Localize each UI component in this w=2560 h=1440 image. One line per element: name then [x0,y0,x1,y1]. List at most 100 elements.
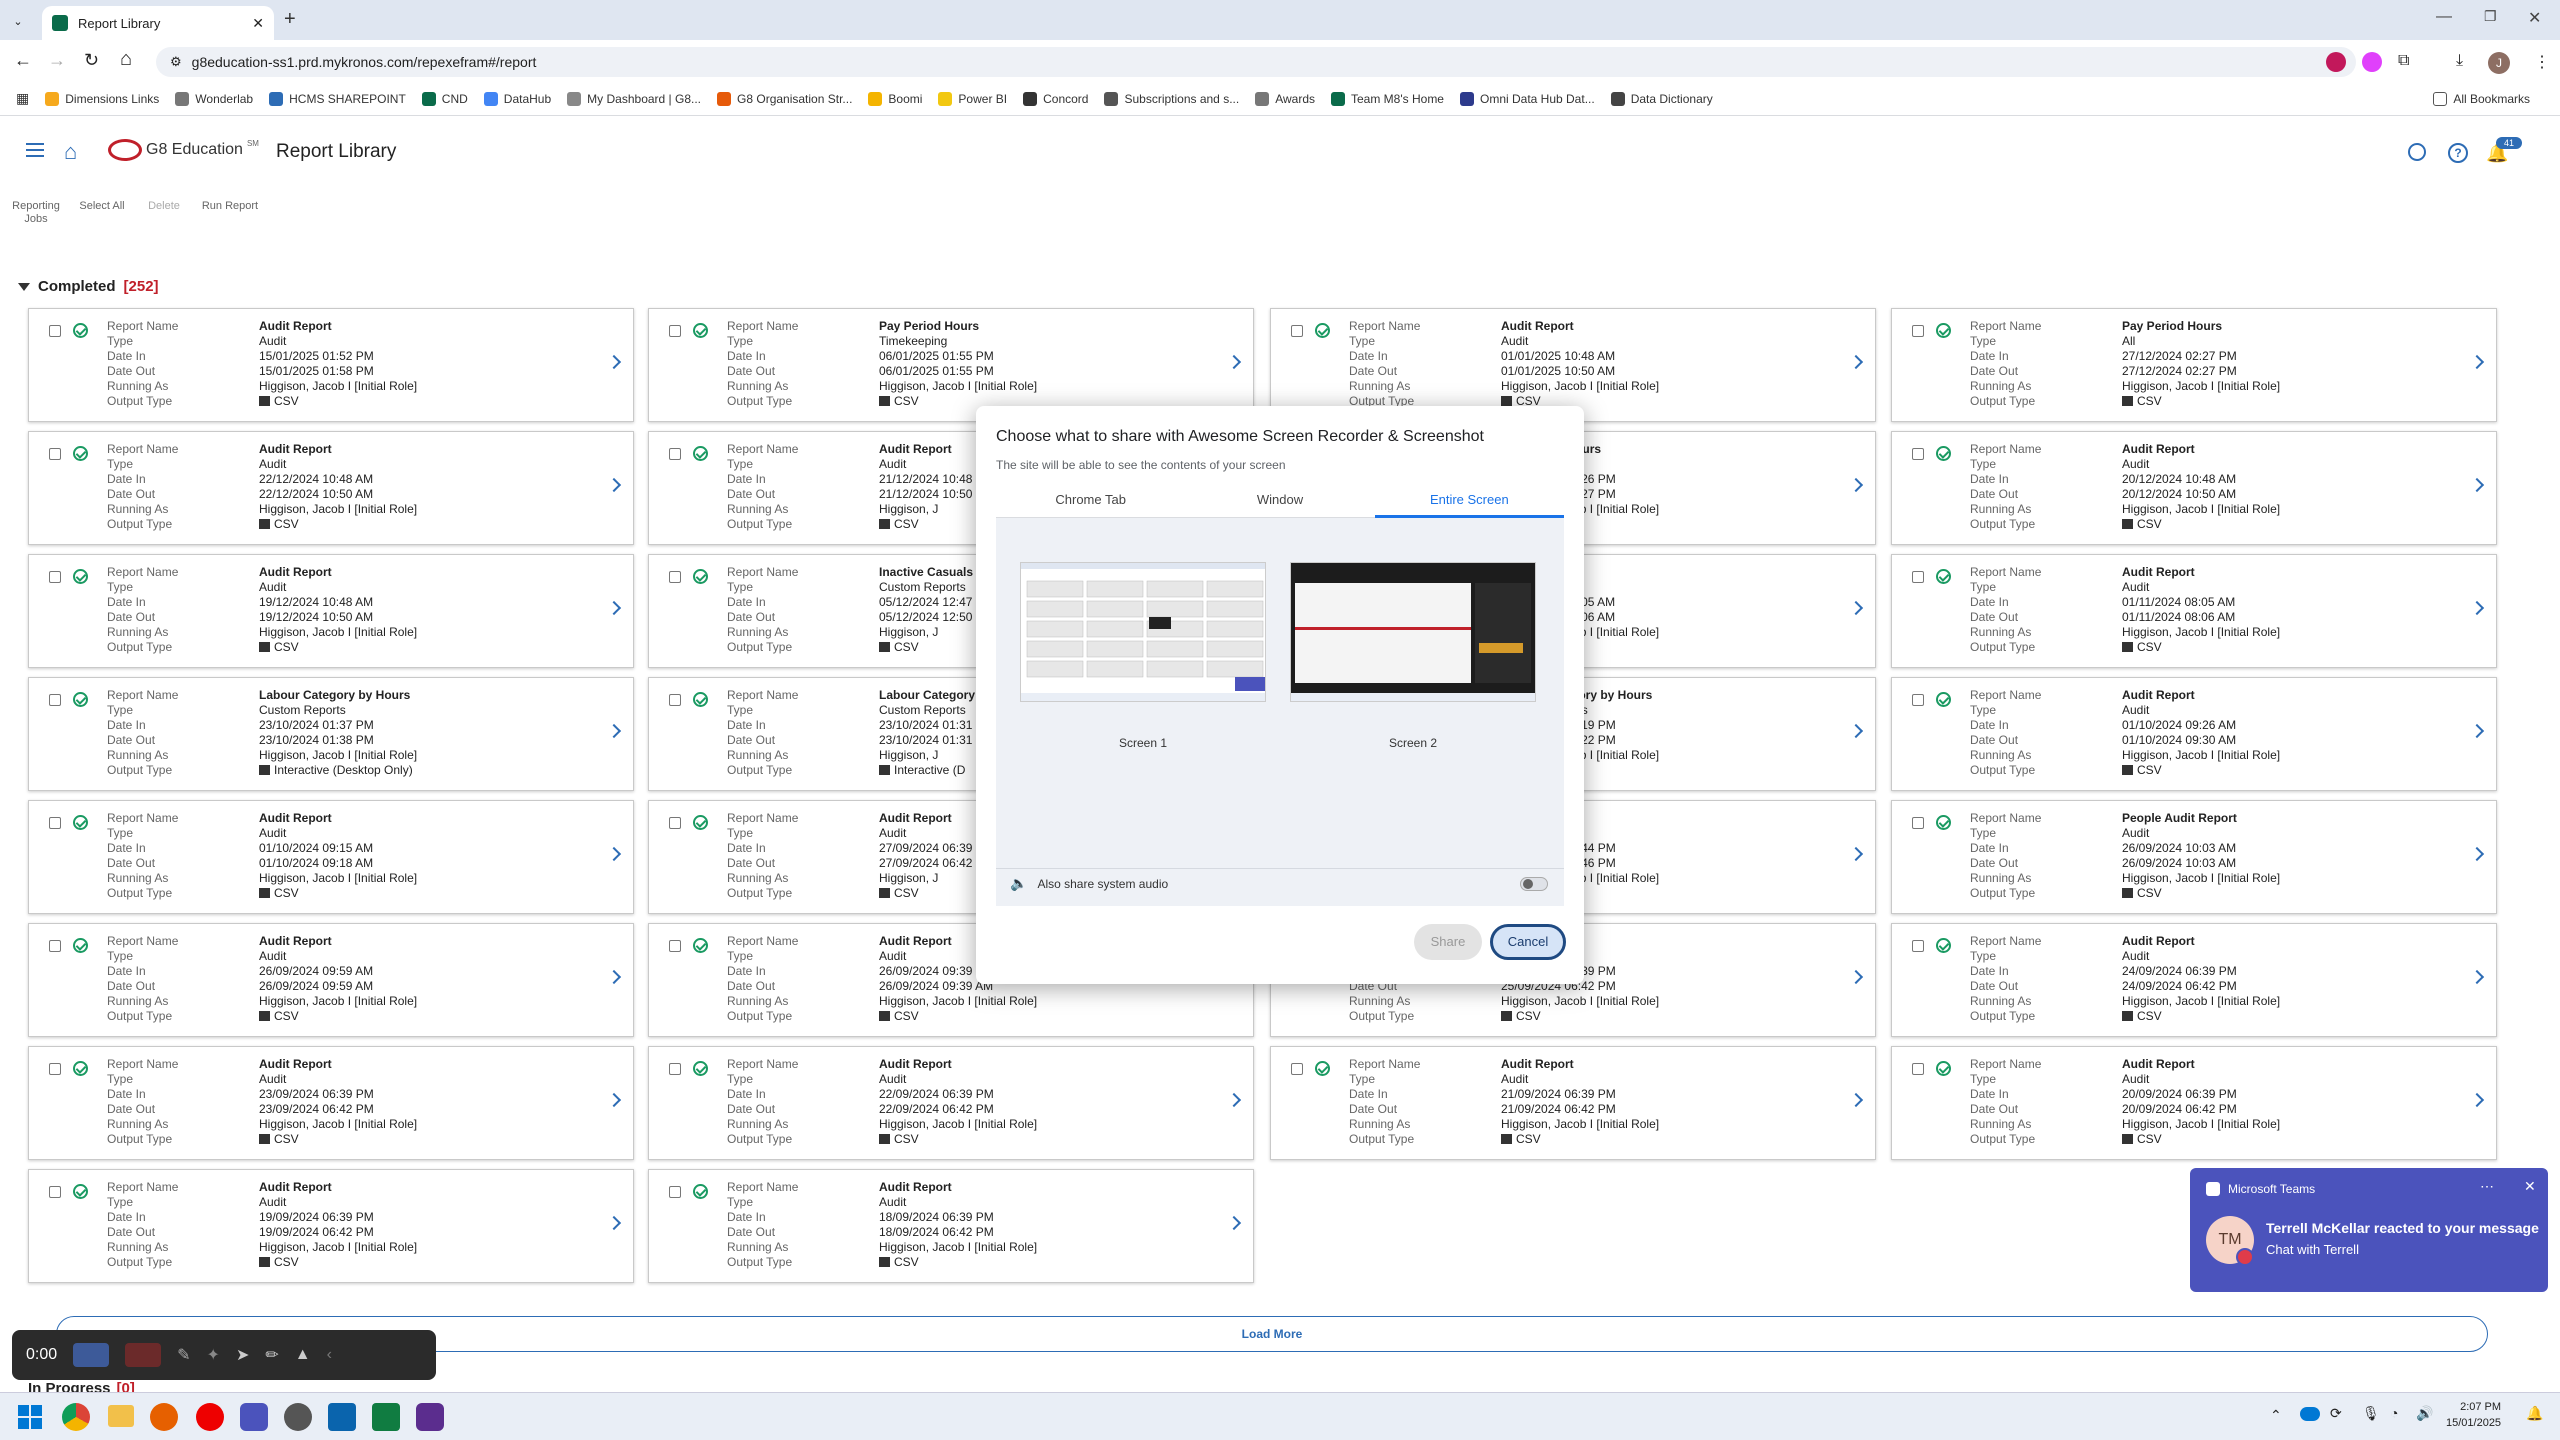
report-checkbox[interactable] [1912,325,1924,337]
chevron-right-icon[interactable] [2469,600,2485,616]
all-bookmarks[interactable]: All Bookmarks [2433,92,2530,106]
minimize-window-icon[interactable]: — [2436,8,2452,26]
pause-button[interactable] [73,1343,110,1367]
bookmark-item[interactable]: Data Dictionary [1610,91,1713,106]
tab-window[interactable]: Window [1185,486,1375,518]
report-checkbox[interactable] [49,1063,61,1075]
system-audio-toggle[interactable] [1520,877,1548,891]
bookmark-item[interactable]: Boomi [868,91,922,106]
report-card[interactable]: Report NameTypeDate InDate OutRunning As… [1891,431,2497,545]
report-checkbox[interactable] [1912,694,1924,706]
effects-icon[interactable]: ✦ [207,1345,220,1365]
report-checkbox[interactable] [1912,817,1924,829]
mic-tray-icon[interactable]: 🎙 [2362,1405,2380,1422]
report-checkbox[interactable] [669,817,681,829]
report-checkbox[interactable] [49,1186,61,1198]
report-card[interactable]: Report NameTypeDate InDate OutRunning As… [28,677,634,791]
bookmark-item[interactable]: Power BI [938,91,1007,106]
tab-search-icon[interactable]: ⌄ [8,12,28,32]
firefox-icon[interactable] [150,1403,178,1431]
report-checkbox[interactable] [49,325,61,337]
file-explorer-icon[interactable] [108,1405,134,1427]
reporting-jobs-button[interactable]: Reporting Jobs [4,200,68,226]
highlighter-icon[interactable]: ▲ [295,1346,311,1364]
bookmark-item[interactable]: G8 Organisation Str... [717,91,852,106]
extension-icon[interactable] [2362,52,2382,72]
chevron-right-icon[interactable] [2469,969,2485,985]
report-card[interactable]: Report NameTypeDate InDate OutRunning As… [28,431,634,545]
cancel-button[interactable]: Cancel [1490,924,1566,960]
bookmark-item[interactable]: Subscriptions and s... [1104,91,1239,106]
teams-notification[interactable]: Microsoft Teams ⋯ ✕ TM Terrell McKellar … [2190,1168,2548,1292]
completed-section-header[interactable]: Completed [252] [18,278,159,295]
restore-window-icon[interactable]: ❐ [2484,8,2497,25]
excel-icon[interactable] [372,1403,400,1431]
chevron-right-icon[interactable] [1226,1092,1242,1108]
address-bar[interactable]: ⚙ g8education-ss1.prd.mykronos.com/repex… [156,47,2356,77]
browser-tab[interactable]: Report Library ✕ [42,6,274,40]
extension-icon[interactable] [2326,52,2346,72]
collapse-caret-icon[interactable] [18,282,30,291]
app-home-icon[interactable]: ⌂ [64,139,77,165]
chevron-right-icon[interactable] [1226,354,1242,370]
microphone-icon[interactable]: ✎ [177,1345,190,1365]
run-report-button[interactable]: Run Report [196,200,264,212]
download-icon[interactable]: ⤓ [2456,52,2476,72]
bookmark-item[interactable]: My Dashboard | G8... [567,91,701,106]
report-card[interactable]: Report NameTypeDate InDate OutRunning As… [28,1169,634,1283]
help-icon[interactable]: ? [2448,143,2468,163]
report-checkbox[interactable] [669,694,681,706]
report-checkbox[interactable] [669,1186,681,1198]
chevron-right-icon[interactable] [606,600,622,616]
report-card[interactable]: Report NameTypeDate InDate OutRunning As… [1270,308,1876,422]
chevron-right-icon[interactable] [2469,846,2485,862]
bookmark-item[interactable]: Omni Data Hub Dat... [1459,91,1595,106]
report-checkbox[interactable] [49,940,61,952]
teams-taskbar-icon[interactable] [240,1403,268,1431]
apps-grid-icon[interactable]: ▦ [16,90,29,107]
share-button[interactable]: Share [1414,924,1482,960]
report-card[interactable]: Report NameTypeDate InDate OutRunning As… [1891,800,2497,914]
tray-overflow-icon[interactable]: ⌃ [2270,1407,2282,1424]
stop-button[interactable] [125,1343,162,1367]
start-button[interactable] [18,1405,42,1429]
report-card[interactable]: Report NameTypeDate InDate OutRunning As… [28,800,634,914]
report-checkbox[interactable] [1912,571,1924,583]
volume-icon[interactable]: 🔊 [2416,1405,2433,1422]
app-taskbar-icon[interactable] [284,1403,312,1431]
close-tab-icon[interactable]: ✕ [252,15,264,32]
bookmark-item[interactable]: Concord [1023,91,1088,106]
chevron-right-icon[interactable] [1848,723,1864,739]
chevron-right-icon[interactable] [2469,723,2485,739]
bookmark-item[interactable]: Team M8's Home [1331,91,1444,106]
report-checkbox[interactable] [49,448,61,460]
report-card[interactable]: Report NameTypeDate InDate OutRunning As… [1891,923,2497,1037]
collapse-toolbar-icon[interactable]: ‹ [327,1346,332,1364]
close-window-icon[interactable]: ✕ [2528,8,2541,28]
chrome-taskbar-icon[interactable] [62,1403,90,1431]
report-checkbox[interactable] [1912,940,1924,952]
screen-2-thumbnail[interactable] [1290,562,1536,702]
report-card[interactable]: Report NameTypeDate InDate OutRunning As… [28,554,634,668]
chevron-right-icon[interactable] [1848,1092,1864,1108]
bookmark-item[interactable]: CND [421,91,468,106]
profile-avatar[interactable]: J [2488,52,2510,74]
chevron-right-icon[interactable] [1848,846,1864,862]
tab-entire-screen[interactable]: Entire Screen [1374,486,1564,518]
report-card[interactable]: Report NameTypeDate InDate OutRunning As… [1270,1046,1876,1160]
report-checkbox[interactable] [669,325,681,337]
chevron-right-icon[interactable] [1848,354,1864,370]
delete-button[interactable]: Delete [132,200,196,212]
report-checkbox[interactable] [1291,325,1303,337]
close-notification-icon[interactable]: ✕ [2524,1178,2536,1195]
chevron-right-icon[interactable] [1848,477,1864,493]
report-card[interactable]: Report NameTypeDate InDate OutRunning As… [1891,554,2497,668]
new-tab-icon[interactable]: + [284,8,296,31]
bookmark-item[interactable]: Dimensions Links [45,91,159,106]
chevron-right-icon[interactable] [1848,969,1864,985]
report-card[interactable]: Report NameTypeDate InDate OutRunning As… [648,1046,1254,1160]
report-checkbox[interactable] [669,571,681,583]
report-checkbox[interactable] [1912,1063,1924,1075]
home-icon[interactable]: ⌂ [120,48,132,71]
tab-chrome-tab[interactable]: Chrome Tab [996,486,1186,518]
